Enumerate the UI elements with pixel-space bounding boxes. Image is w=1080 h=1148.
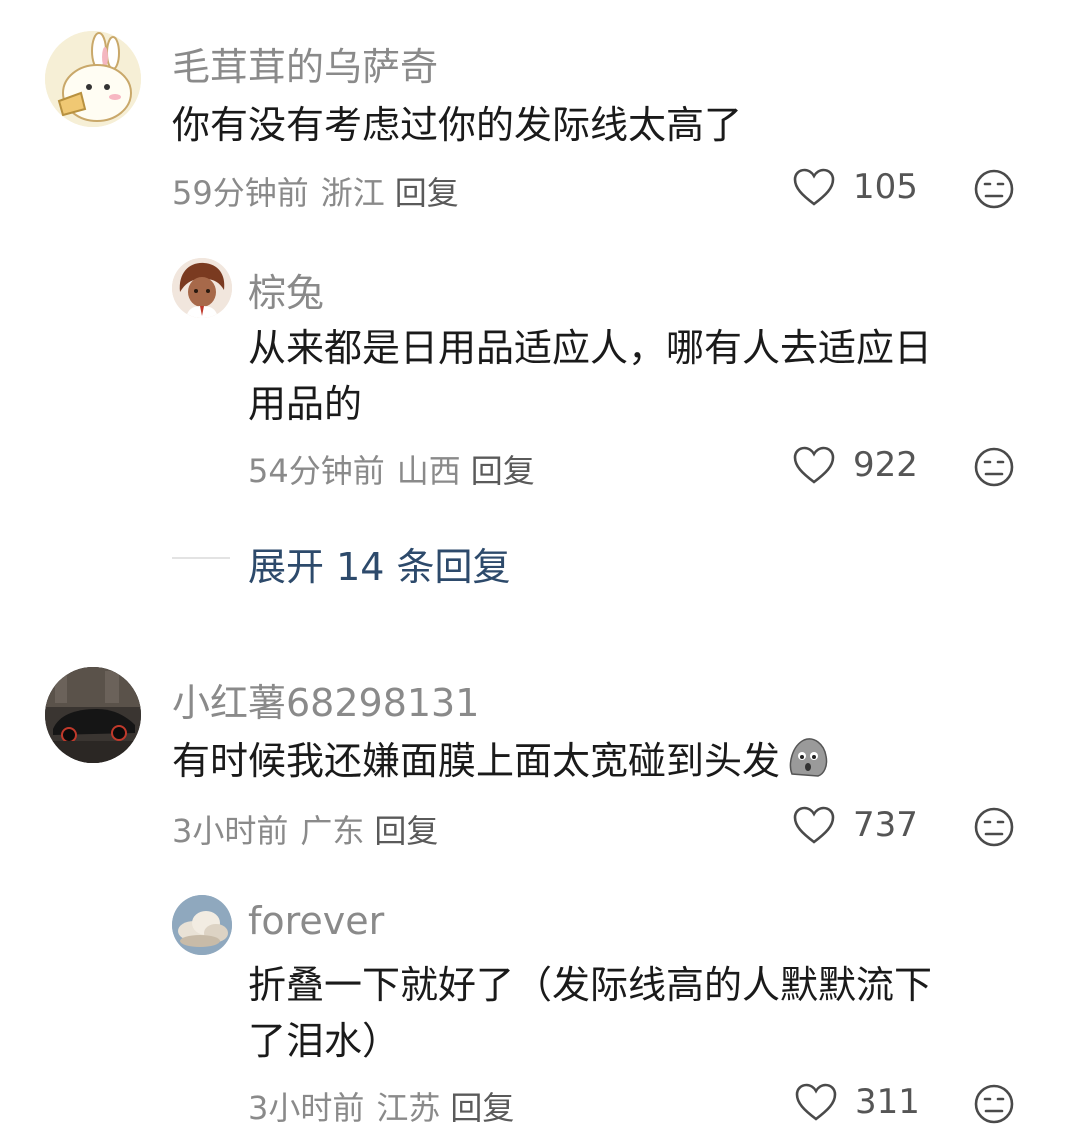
comment-time: 3小时前	[172, 812, 289, 850]
comment-location: 浙江	[320, 174, 385, 212]
reply-location: 江苏	[376, 1089, 441, 1127]
comment-location: 广东	[300, 812, 365, 850]
dislike-face-icon[interactable]	[973, 1083, 1015, 1125]
car-photo-avatar-icon	[45, 667, 141, 763]
like-count: 311	[855, 1082, 920, 1122]
comment-meta: 3小时前 广东 回复	[172, 806, 438, 852]
reply-button[interactable]: 回复	[471, 452, 535, 490]
comment-text: 有时候我还嫌面膜上面太宽碰到头发	[172, 739, 781, 783]
reply-location: 山西	[396, 452, 461, 490]
heart-icon[interactable]	[792, 167, 836, 207]
reply-username[interactable]: 棕兔	[248, 262, 324, 317]
heart-icon[interactable]	[792, 805, 836, 845]
reply-button[interactable]: 回复	[374, 812, 438, 850]
reply-text-line-1: 折叠一下就好了（发际线高的人默默流下	[248, 963, 933, 1007]
comment-meta: 59分钟前 浙江 回复	[172, 168, 459, 214]
heart-icon[interactable]	[792, 445, 836, 485]
expand-replies-button[interactable]: 展开 14 条回复	[248, 536, 511, 591]
comment-text-row: 有时候我还嫌面膜上面太宽碰到头发	[172, 733, 830, 789]
reply-time: 54分钟前	[248, 452, 385, 490]
like-count: 105	[853, 167, 918, 207]
avatar-car[interactable]	[45, 667, 141, 763]
dislike-face-icon[interactable]	[973, 168, 1015, 210]
comment-time: 59分钟前	[172, 174, 309, 212]
reply-meta: 3小时前 江苏 回复	[248, 1083, 514, 1129]
like-count: 737	[853, 805, 918, 845]
reply-text-line-1: 从来都是日用品适应人，哪有人去适应日	[248, 326, 933, 370]
avatar-anime[interactable]	[172, 258, 232, 318]
reply-text-line-2: 了泪水）	[248, 1019, 401, 1063]
rabbit-cartoon-avatar-icon	[45, 31, 141, 127]
shocked-rock-emoji-icon	[784, 734, 830, 780]
dislike-face-icon[interactable]	[973, 806, 1015, 848]
reply-username[interactable]: forever	[248, 899, 384, 943]
comment-text: 你有没有考虑过你的发际线太高了	[172, 103, 743, 147]
dislike-face-icon[interactable]	[973, 446, 1015, 488]
reply-time: 3小时前	[248, 1089, 365, 1127]
like-count: 922	[853, 445, 918, 485]
reply-meta: 54分钟前 山西 回复	[248, 446, 535, 492]
reply-text-line-2: 用品的	[248, 382, 363, 426]
expand-divider	[172, 557, 230, 559]
avatar-cloud[interactable]	[172, 895, 232, 955]
reply-button[interactable]: 回复	[450, 1089, 514, 1127]
comment-username[interactable]: 毛茸茸的乌萨奇	[172, 36, 438, 91]
cloud-sky-avatar-icon	[172, 895, 232, 955]
avatar-rabbit[interactable]	[45, 31, 141, 127]
reply-button[interactable]: 回复	[395, 174, 459, 212]
heart-icon[interactable]	[794, 1082, 838, 1122]
anime-character-avatar-icon	[172, 258, 232, 318]
comment-username[interactable]: 小红薯68298131	[172, 672, 479, 727]
